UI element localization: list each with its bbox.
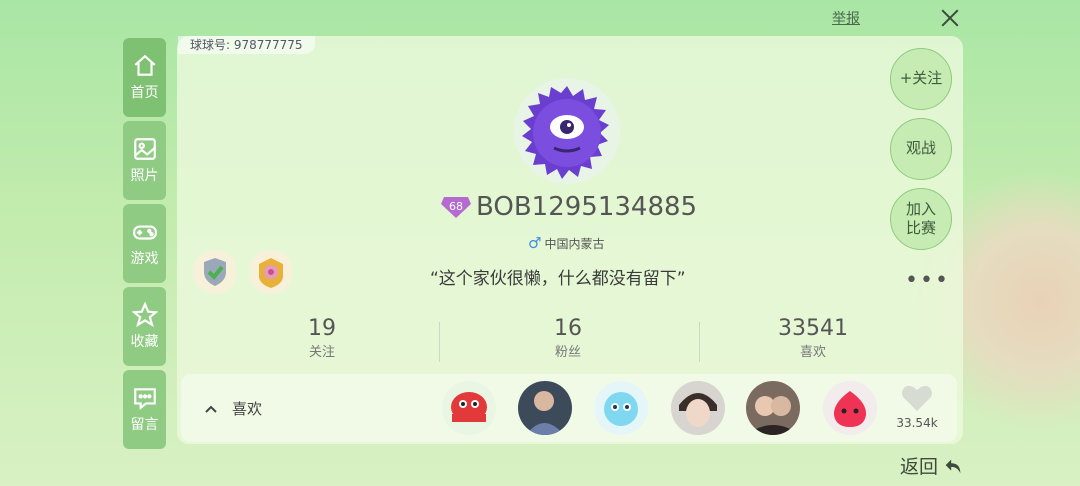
sidebar-item-label: 留言 xyxy=(130,417,159,433)
join-label-1: 加入 xyxy=(905,199,936,218)
red-octopus-avatar xyxy=(451,392,487,422)
sidebar-item-label: 游戏 xyxy=(130,251,159,267)
sidebar-item-label: 照片 xyxy=(130,168,159,184)
stat-likes[interactable]: 33541 喜欢 xyxy=(753,316,873,360)
stat-value: 19 xyxy=(308,316,336,341)
level-badge-icon: 68 xyxy=(441,197,471,218)
gold-rank-badge[interactable] xyxy=(249,250,293,294)
chevron-up-icon xyxy=(205,405,217,413)
liker-avatar[interactable] xyxy=(823,381,877,435)
report-link[interactable]: 举报 xyxy=(832,8,860,28)
join-match-button[interactable]: 加入 比赛 xyxy=(890,188,952,250)
gold-crest-icon xyxy=(259,258,283,288)
verified-shield-badge[interactable] xyxy=(193,250,237,294)
likes-toggle[interactable]: 喜欢 xyxy=(204,398,262,419)
stat-value: 33541 xyxy=(778,316,848,341)
join-label-2: 比赛 xyxy=(905,219,936,237)
stat-fans[interactable]: 16 粉丝 xyxy=(508,316,628,360)
person-photo-avatar xyxy=(526,391,564,435)
photo-icon xyxy=(133,138,156,160)
sidebar-item-home[interactable]: 首页 xyxy=(123,38,166,117)
back-label: 返回 xyxy=(900,456,939,478)
stat-label: 喜欢 xyxy=(799,345,826,360)
back-button[interactable]: 返回 xyxy=(900,452,964,479)
person-photo-avatar xyxy=(679,393,717,427)
svg-text:68: 68 xyxy=(449,200,463,213)
like-count: 33.54k xyxy=(896,416,938,430)
purple-monster-avatar xyxy=(522,86,609,179)
divider xyxy=(439,322,440,362)
stat-label: 关注 xyxy=(308,345,335,360)
watch-button[interactable]: 观战 xyxy=(890,118,952,180)
signature: “这个家伙很懒，什么都没有留下” xyxy=(430,269,686,289)
location-text: 中国内蒙古 xyxy=(544,236,605,251)
blue-blob-avatar xyxy=(604,392,638,426)
location: ♂ 中国内蒙古 xyxy=(528,234,604,252)
likes-label: 喜欢 xyxy=(232,400,263,418)
follow-button[interactable]: +关注 xyxy=(890,48,952,110)
red-slime-avatar xyxy=(833,391,867,427)
male-icon: ♂ xyxy=(528,234,542,252)
like-button[interactable]: 33.54k xyxy=(893,383,941,430)
sidebar-item-label: 收藏 xyxy=(130,334,159,350)
heart-icon xyxy=(902,385,932,411)
home-icon xyxy=(134,54,155,76)
liker-avatar[interactable] xyxy=(518,381,572,435)
shield-check-icon xyxy=(204,258,226,286)
back-arrow-icon xyxy=(945,459,961,473)
sidebar: 首页 照片 游戏 收藏 留言 xyxy=(123,38,166,453)
sidebar-item-label: 首页 xyxy=(130,85,159,101)
sidebar-item-messages[interactable]: 留言 xyxy=(123,370,166,449)
liker-avatar[interactable] xyxy=(746,381,800,435)
avatar[interactable] xyxy=(514,78,620,184)
couple-photo-avatar xyxy=(746,396,800,435)
gamepad-icon xyxy=(132,225,157,240)
more-options-button[interactable]: ••• xyxy=(905,268,950,293)
stat-label: 粉丝 xyxy=(554,345,581,360)
message-icon xyxy=(133,388,156,411)
sidebar-item-games[interactable]: 游戏 xyxy=(123,204,166,283)
sidebar-item-photos[interactable]: 照片 xyxy=(123,121,166,200)
close-icon[interactable] xyxy=(936,4,964,32)
username-row: 68 BOB1295134885 xyxy=(440,192,697,222)
qiuqiu-id: 球球号: 978777775 xyxy=(178,36,315,54)
username: BOB1295134885 xyxy=(476,192,698,222)
stat-following[interactable]: 19 关注 xyxy=(262,316,382,360)
stat-value: 16 xyxy=(554,316,582,341)
star-icon xyxy=(131,302,158,328)
sidebar-item-favorites[interactable]: 收藏 xyxy=(123,287,166,366)
divider xyxy=(699,322,700,362)
liker-avatar[interactable] xyxy=(671,381,725,435)
liker-avatar[interactable] xyxy=(594,381,648,435)
liker-avatar[interactable] xyxy=(442,381,496,435)
